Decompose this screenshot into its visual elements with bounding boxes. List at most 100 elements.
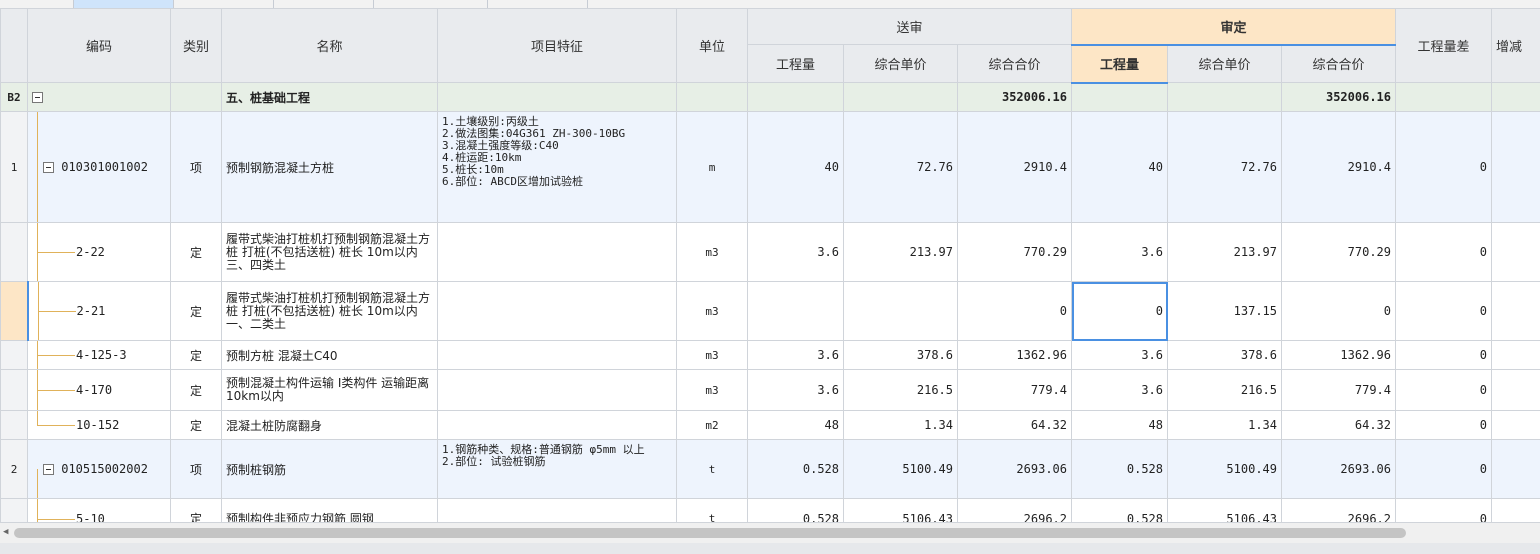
table-row[interactable]: 4-170 定 预制混凝土构件运输 I类构件 运输距离 10km以内 m3 3.… [0,369,1540,411]
s-total-cell[interactable]: 64.32 [957,410,1072,440]
s-qty-cell[interactable]: 0.528 [747,439,844,499]
category-cell[interactable]: 定 [170,281,222,341]
increase-cell[interactable] [1491,369,1540,411]
unit-cell[interactable] [676,82,748,112]
table-row[interactable]: 2 010515002002 项 预制桩钢筋 1.钢筋种类、规格:普通钢筋 φ5… [0,439,1540,499]
s-qty-cell[interactable]: 3.6 [747,369,844,411]
header-qty-diff[interactable]: 工程量差 [1395,8,1492,83]
a-total-cell[interactable]: 64.32 [1281,410,1396,440]
a-qty-cell-editing[interactable]: 0 [1071,281,1168,341]
a-price-cell[interactable]: 378.6 [1167,340,1282,370]
features-cell[interactable] [437,369,677,411]
collapse-icon[interactable] [43,464,54,475]
a-qty-cell[interactable]: 3.6 [1071,340,1168,370]
features-cell[interactable] [437,281,677,341]
header-a-price[interactable]: 综合单价 [1167,44,1282,83]
s-price-cell[interactable]: 72.76 [843,111,958,223]
a-total-cell[interactable]: 352006.16 [1281,82,1396,112]
diff-cell[interactable]: 0 [1395,222,1492,282]
code-cell[interactable]: 2-21 [27,281,171,341]
features-cell[interactable]: 1.钢筋种类、规格:普通钢筋 φ5mm 以上 2.部位: 试验桩钢筋 [437,439,677,499]
s-qty-cell[interactable]: 3.6 [747,222,844,282]
increase-cell[interactable] [1491,82,1540,112]
s-price-cell[interactable]: 1.34 [843,410,958,440]
s-total-cell[interactable]: 2693.06 [957,439,1072,499]
increase-cell[interactable] [1491,410,1540,440]
unit-cell[interactable]: m2 [676,410,748,440]
a-total-cell[interactable]: 1362.96 [1281,340,1396,370]
unit-cell[interactable]: m3 [676,340,748,370]
s-price-cell[interactable]: 216.5 [843,369,958,411]
header-s-qty[interactable]: 工程量 [747,44,844,83]
header-features[interactable]: 项目特征 [437,8,677,83]
features-cell[interactable] [437,222,677,282]
header-unit[interactable]: 单位 [676,8,748,83]
code-cell[interactable]: 4-170 [27,369,171,411]
table-row[interactable]: 10-152 定 混凝土桩防腐翻身 m2 48 1.34 64.32 48 1.… [0,410,1540,440]
a-qty-cell[interactable]: 40 [1071,111,1168,223]
diff-cell[interactable]: 0 [1395,340,1492,370]
s-qty-cell[interactable]: 40 [747,111,844,223]
table-row[interactable]: 4-125-3 定 预制方桩 混凝土C40 m3 3.6 378.6 1362.… [0,340,1540,370]
category-cell[interactable]: 定 [170,369,222,411]
header-s-price[interactable]: 综合单价 [843,44,958,83]
s-qty-cell[interactable]: 48 [747,410,844,440]
a-price-cell[interactable]: 216.5 [1167,369,1282,411]
s-price-cell[interactable] [843,82,958,112]
unit-cell[interactable]: m3 [676,281,748,341]
name-cell[interactable]: 预制钢筋混凝土方桩 [221,111,438,223]
category-cell[interactable]: 项 [170,111,222,223]
a-qty-cell[interactable]: 3.6 [1071,222,1168,282]
tab-4[interactable] [274,0,374,8]
a-total-cell[interactable]: 2693.06 [1281,439,1396,499]
name-cell[interactable]: 履带式柴油打桩机打预制钢筋混凝土方桩 打桩(不包括送桩) 桩长 10m以内 一、… [221,281,438,341]
header-shending[interactable]: 审定 [1071,8,1396,46]
unit-cell[interactable]: m3 [676,369,748,411]
diff-cell[interactable]: 0 [1395,369,1492,411]
code-cell[interactable]: 2-22 [27,222,171,282]
header-code[interactable]: 编码 [27,8,171,83]
s-price-cell[interactable] [843,281,958,341]
s-qty-cell[interactable] [747,281,844,341]
s-total-cell[interactable]: 770.29 [957,222,1072,282]
diff-cell[interactable]: 0 [1395,410,1492,440]
s-total-cell[interactable]: 1362.96 [957,340,1072,370]
diff-cell[interactable]: 0 [1395,439,1492,499]
tab-3[interactable] [174,0,274,8]
unit-cell[interactable]: m [676,111,748,223]
category-cell[interactable]: 定 [170,222,222,282]
a-qty-cell[interactable]: 48 [1071,410,1168,440]
s-qty-cell[interactable] [747,82,844,112]
scroll-left-icon[interactable]: ◀ [3,527,8,537]
increase-cell[interactable] [1491,222,1540,282]
s-total-cell[interactable]: 2910.4 [957,111,1072,223]
features-cell[interactable] [437,410,677,440]
scrollbar-thumb[interactable] [14,528,1406,538]
s-qty-cell[interactable]: 3.6 [747,340,844,370]
s-price-cell[interactable]: 213.97 [843,222,958,282]
collapse-icon[interactable] [32,92,43,103]
a-price-cell[interactable]: 1.34 [1167,410,1282,440]
name-cell[interactable]: 五、桩基础工程 [221,82,438,112]
name-cell[interactable]: 预制桩钢筋 [221,439,438,499]
a-total-cell[interactable]: 2910.4 [1281,111,1396,223]
a-price-cell[interactable]: 72.76 [1167,111,1282,223]
s-price-cell[interactable]: 378.6 [843,340,958,370]
header-s-total[interactable]: 综合合价 [957,44,1072,83]
increase-cell[interactable] [1491,281,1540,341]
increase-cell[interactable] [1491,111,1540,223]
section-row[interactable]: B2 五、桩基础工程 352006.16 352006.16 [0,82,1540,112]
category-cell[interactable]: 项 [170,439,222,499]
header-a-total[interactable]: 综合合价 [1281,44,1396,83]
s-total-cell[interactable]: 352006.16 [957,82,1072,112]
code-cell[interactable]: 4-125-3 [27,340,171,370]
header-category[interactable]: 类别 [170,8,222,83]
header-increase[interactable]: 增减 [1491,8,1540,83]
tab-6[interactable] [488,0,588,8]
a-qty-cell[interactable]: 0.528 [1071,439,1168,499]
name-cell[interactable]: 履带式柴油打桩机打预制钢筋混凝土方桩 打桩(不包括送桩) 桩长 10m以内 三、… [221,222,438,282]
a-price-cell[interactable]: 213.97 [1167,222,1282,282]
code-cell[interactable] [27,82,171,112]
category-cell[interactable] [170,82,222,112]
features-cell[interactable] [437,340,677,370]
